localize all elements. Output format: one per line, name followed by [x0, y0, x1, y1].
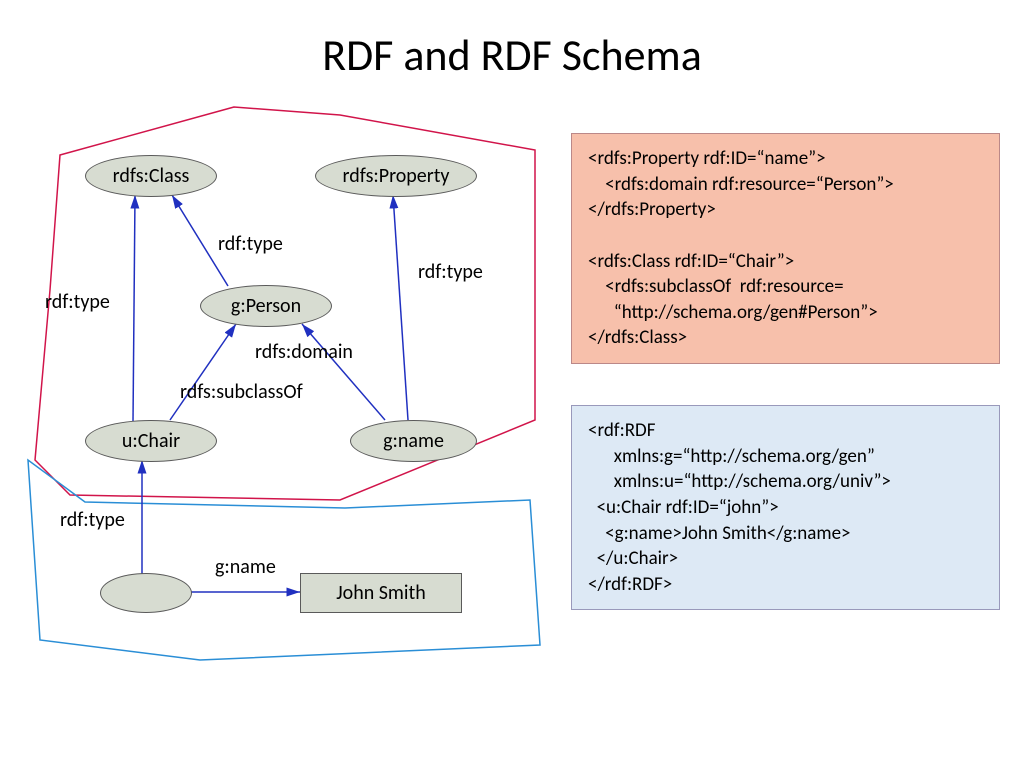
label-subclass: rdfs:subclassOf — [180, 380, 303, 404]
edge-name-person — [302, 324, 385, 420]
code-box-schema: <rdfs:Property rdf:ID=“name”> <rdfs:doma… — [571, 133, 1000, 364]
edge-name-property — [393, 195, 408, 420]
edge-chair-class — [133, 195, 135, 422]
label-gname: g:name — [215, 555, 276, 579]
node-g-person: g:Person — [200, 285, 332, 327]
edge-chair-person — [170, 324, 236, 420]
label-type-bottom: rdf:type — [60, 508, 125, 532]
code-box-instance: <rdf:RDF xmlns:g=“http://schema.org/gen”… — [571, 405, 1000, 610]
node-u-chair: u:Chair — [85, 420, 217, 462]
node-rdfs-property: rdfs:Property — [315, 155, 477, 197]
node-rdfs-class: rdfs:Class — [85, 155, 217, 197]
node-john-smith: John Smith — [300, 573, 462, 613]
node-g-name: g:name — [350, 420, 477, 462]
label-type-right: rdf:type — [418, 260, 483, 284]
label-domain: rdfs:domain — [255, 340, 353, 364]
region-instance — [28, 460, 540, 660]
label-type-mid: rdf:type — [218, 232, 283, 256]
node-instance — [100, 573, 192, 613]
label-type-left: rdf:type — [45, 290, 110, 314]
diagram-svg — [0, 0, 1024, 768]
